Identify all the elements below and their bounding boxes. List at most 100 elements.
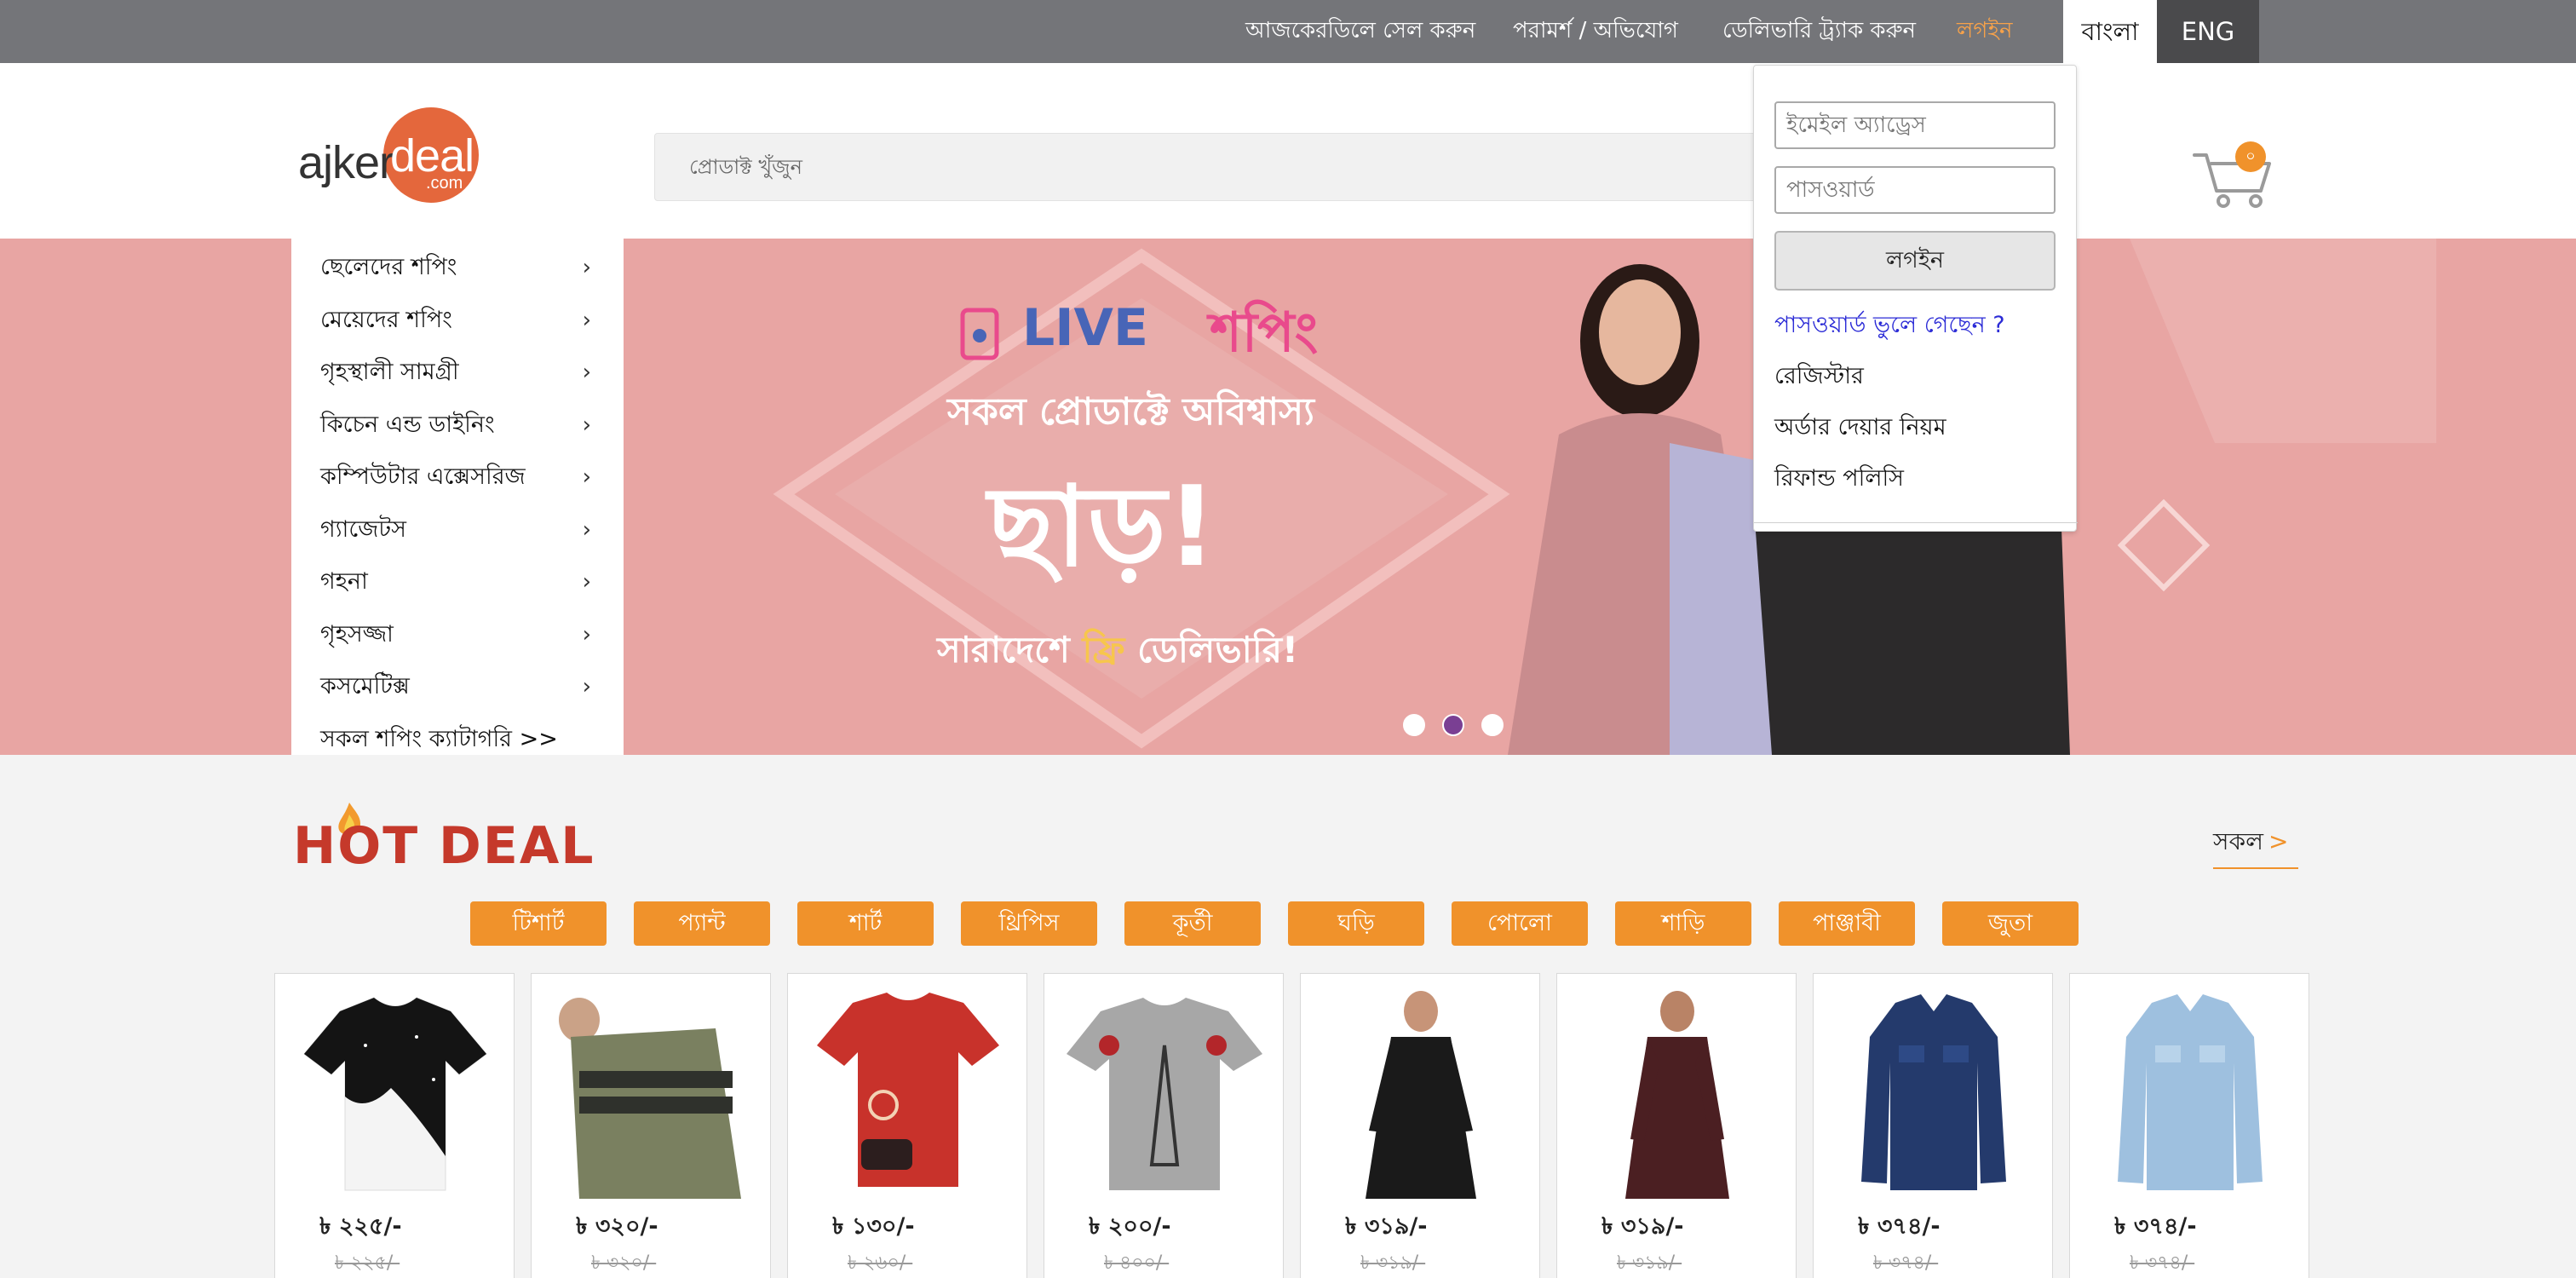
site-header: ajker deal .com প্রোডাক্ট খুঁজুন ০	[0, 63, 2576, 239]
category-all-categories-link[interactable]: সকল শপিং ক্যাটাগরি >>	[291, 716, 624, 769]
dropdown-divider	[1754, 522, 2078, 523]
product-image-black-white-tshirt	[303, 997, 487, 1191]
product-card[interactable]: ৳ ৩৭৪/- ৳ ৩৭৪/-	[1813, 973, 2053, 1278]
chip-saree[interactable]: শাড়ি	[1615, 901, 1751, 946]
category-home-decor[interactable]: গৃহসজ্জা ›	[291, 611, 624, 664]
chip-polo[interactable]: পোলো	[1452, 901, 1588, 946]
product-image-maroon-shirt	[1625, 991, 1729, 1199]
chevron-right-icon: ›	[582, 412, 591, 438]
product-old-price: ৳ ৩৭৪/-	[1873, 1252, 1939, 1274]
chip-tshirt[interactable]: টিশার্ট	[470, 901, 607, 946]
live-phone-icon	[960, 308, 999, 360]
track-delivery-link[interactable]: ডেলিভারি ট্র্যাক করুন	[1722, 14, 1916, 48]
chip-shoes[interactable]: জুতা	[1942, 901, 2079, 946]
chevron-right-icon: ›	[582, 674, 591, 699]
category-label: গৃহস্থালী সামগ্রী	[320, 359, 459, 385]
banner-free: ফ্রি	[1082, 629, 1125, 671]
category-label: মেয়েদের শপিং	[320, 306, 452, 333]
chip-kurti[interactable]: কূর্তী	[1124, 901, 1261, 946]
chip-threepiece[interactable]: থ্রিপিস	[961, 901, 1097, 946]
password-field[interactable]: পাসওয়ার্ড	[1774, 166, 2056, 214]
banner-live-text: LIVE	[1022, 298, 1148, 358]
category-label: গহনা	[320, 568, 368, 595]
product-card[interactable]: ৳ ৩৭৪/- ৳ ৩৭৪/-	[2069, 973, 2309, 1278]
chevron-right-icon: ›	[582, 307, 591, 333]
category-label: সকল শপিং ক্যাটাগরি >>	[320, 725, 558, 752]
product-card[interactable]: ৳ ২২৫/- ৳ ২২৫/-	[274, 973, 515, 1278]
category-label: কম্পিউটার এক্সেসরিজ	[320, 463, 526, 490]
category-mens-shopping[interactable]: ছেলেদের শপিং ›	[291, 244, 624, 296]
register-link[interactable]: রেজিস্টার	[1774, 359, 1864, 397]
product-old-price: ৳ ৩১৯/-	[1617, 1252, 1682, 1274]
banner-shopping-text: শপিং	[1210, 302, 1319, 365]
login-link[interactable]: লগইন	[1957, 14, 2012, 48]
carousel-dot-1[interactable]	[1403, 714, 1425, 736]
banner-free-delivery: সারাদেশে ফ্রি ডেলিভারি!	[937, 622, 1298, 682]
product-price: ৳ ৩৭৪/-	[2114, 1213, 2197, 1240]
cart-count-badge: ০	[2235, 141, 2266, 172]
language-bangla-button[interactable]: বাংলা	[2063, 0, 2157, 63]
see-all-label: সকল	[2213, 827, 2263, 855]
chevron-right-icon: ›	[582, 569, 591, 595]
chevron-right-icon: ›	[582, 464, 591, 490]
feedback-complaint-link[interactable]: পরামর্শ / অভিযোগ	[1513, 14, 1678, 48]
product-image-grey-paris-tshirt	[1067, 998, 1262, 1190]
category-kitchen-dining[interactable]: কিচেন এন্ড ডাইনিং ›	[291, 401, 624, 454]
product-card[interactable]: ৳ ২০০/- ৳ ৪০০/-	[1044, 973, 1284, 1278]
search-input[interactable]: প্রোডাক্ট খুঁজুন	[654, 133, 1762, 201]
logo-text-com: .com	[426, 174, 463, 193]
chip-panjabi[interactable]: পাঞ্জাবী	[1779, 901, 1915, 946]
banner-nationwide: সারাদেশে	[937, 629, 1070, 671]
carousel-dot-3[interactable]	[1481, 714, 1504, 736]
language-english-button[interactable]: ENG	[2157, 0, 2259, 63]
chip-watch[interactable]: ঘড়ি	[1288, 901, 1424, 946]
product-card[interactable]: ৳ ৩২০/- ৳ ৩২০/-	[531, 973, 771, 1278]
product-image-olive-striped-tshirt	[545, 986, 758, 1199]
product-card[interactable]: ৳ ১৩০/- ৳ ২৬০/-	[787, 973, 1027, 1278]
category-label: গৃহসজ্জা	[320, 620, 394, 648]
chip-shirt[interactable]: শার্ট	[797, 901, 934, 946]
category-jewellery[interactable]: গহনা ›	[291, 558, 624, 611]
product-price: ৳ ২২৫/-	[319, 1213, 402, 1240]
chevron-right-icon: ›	[582, 621, 591, 648]
product-old-price: ৳ ৩৭৪/-	[2130, 1252, 2195, 1274]
banner-headline: সকল প্রোডাক্টে অবিশ্বাস্য	[947, 390, 1314, 434]
chevron-right-icon: >	[2268, 827, 2289, 855]
category-womens-shopping[interactable]: মেয়েদের শপিং ›	[291, 296, 624, 349]
ajkerdeal-logo[interactable]: ajker deal .com	[298, 107, 494, 203]
product-price: ৳ ২০০/-	[1089, 1213, 1171, 1240]
sell-on-ajkerdeal-link[interactable]: আজকেরডিলে সেল করুন	[1245, 14, 1475, 48]
product-card[interactable]: ৳ ৩১৯/- ৳ ৩১৯/-	[1556, 973, 1797, 1278]
product-price: ৳ ৩১৯/-	[1345, 1213, 1428, 1240]
product-old-price: ৳ ২৬০/-	[848, 1252, 913, 1274]
see-all-link[interactable]: সকল >	[2213, 823, 2298, 869]
logo-text-ajker: ajker	[298, 137, 394, 188]
login-submit-button[interactable]: লগইন	[1774, 231, 2056, 291]
banner-discount-text: ছাড়!	[988, 462, 1217, 591]
cart-button[interactable]: ০	[2191, 141, 2276, 210]
refund-policy-link[interactable]: রিফান্ড পলিসি	[1774, 461, 1904, 499]
category-cosmetics[interactable]: কসমেটিক্স ›	[291, 663, 624, 716]
top-bar: আজকেরডিলে সেল করুন পরামর্শ / অভিযোগ ডেলি…	[0, 0, 2576, 63]
product-image-light-denim-shirt	[2118, 994, 2263, 1190]
order-rules-link[interactable]: অর্ডার দেয়ার নিয়ম	[1774, 410, 1946, 448]
category-label: গ্যাজেটস	[320, 515, 406, 543]
chevron-right-icon: ›	[582, 360, 591, 385]
chip-pant[interactable]: প্যান্ট	[634, 901, 770, 946]
product-image-black-shirt	[1366, 991, 1476, 1199]
product-image-red-print-tshirt	[817, 993, 999, 1187]
category-menu: ছেলেদের শপিং › মেয়েদের শপিং › গৃহস্থালী স…	[291, 239, 624, 755]
category-gadgets[interactable]: গ্যাজেটস ›	[291, 506, 624, 559]
email-field[interactable]: ইমেইল অ্যাড্রেস	[1774, 101, 2056, 149]
product-card[interactable]: ৳ ৩১৯/- ৳ ৩১৯/-	[1300, 973, 1540, 1278]
product-price: ৳ ৩১৯/-	[1601, 1213, 1684, 1240]
forgot-password-link[interactable]: পাসওয়ার্ড ভুলে গেছেন ?	[1774, 308, 2005, 346]
category-label: ছেলেদের শপিং	[320, 254, 457, 280]
product-price: ৳ ৩৭৪/-	[1858, 1213, 1941, 1240]
banner-delivery: ডেলিভারি!	[1137, 629, 1299, 671]
product-old-price: ৳ ৪০০/-	[1104, 1252, 1170, 1274]
category-computer-accessories[interactable]: কম্পিউটার এক্সেসরিজ ›	[291, 453, 624, 506]
category-household[interactable]: গৃহস্থালী সামগ্রী ›	[291, 348, 624, 401]
carousel-dot-2[interactable]	[1442, 714, 1464, 736]
hot-deal-title: HOT DEAL	[293, 816, 595, 876]
